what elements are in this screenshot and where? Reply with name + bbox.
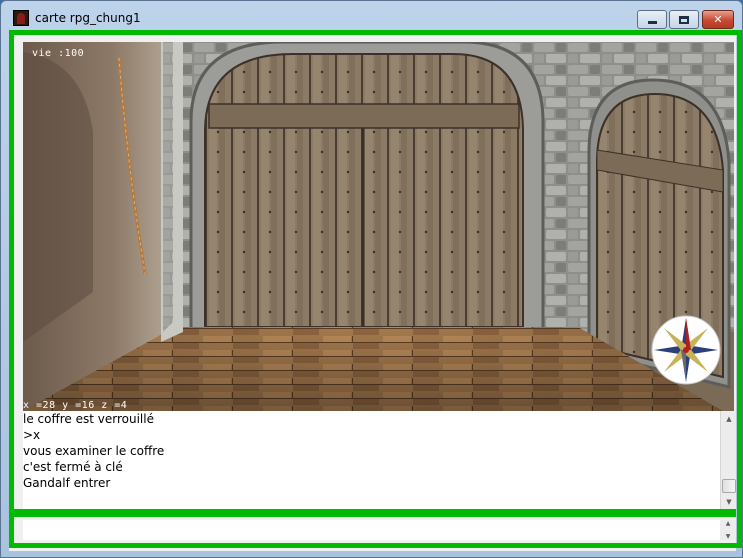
log-line: >x bbox=[23, 428, 41, 442]
title-bar[interactable]: carte rpg_chung1 ✕ bbox=[1, 1, 742, 33]
log-line: le coffre est verrouillé bbox=[23, 412, 154, 426]
maximize-button[interactable] bbox=[669, 10, 699, 29]
spin-up-icon[interactable]: ▲ bbox=[726, 520, 731, 527]
close-icon: ✕ bbox=[713, 13, 723, 26]
frame-separator bbox=[14, 509, 736, 517]
minimize-button[interactable] bbox=[637, 10, 667, 29]
compass-rose-icon bbox=[651, 315, 721, 385]
scroll-down-arrow-icon[interactable]: ▼ bbox=[721, 494, 737, 509]
hud-overlay: vie :100 x =28 y =16 z =4 bbox=[23, 48, 721, 411]
window-title: carte rpg_chung1 bbox=[35, 11, 141, 25]
log-line: vous examiner le coffre bbox=[23, 444, 165, 458]
message-log[interactable]: le coffre est verrouillé >x vous examine… bbox=[23, 411, 720, 509]
input-spinner[interactable]: ▲ ▼ bbox=[720, 520, 736, 540]
log-line: c'est fermé à clé bbox=[23, 460, 123, 474]
close-button[interactable]: ✕ bbox=[702, 10, 734, 29]
spin-down-icon[interactable]: ▼ bbox=[726, 533, 731, 540]
coordinate-readout: x =28 y =16 z =4 bbox=[23, 400, 127, 411]
scroll-up-arrow-icon[interactable]: ▲ bbox=[721, 411, 737, 426]
scroll-thumb[interactable] bbox=[722, 479, 736, 493]
dungeon-door-app-icon[interactable] bbox=[13, 10, 29, 26]
log-line: Gandalf entrer bbox=[23, 476, 111, 490]
command-input[interactable] bbox=[23, 520, 720, 540]
maximize-icon bbox=[679, 15, 689, 24]
game-viewport[interactable]: vie :100 x =28 y =16 z =4 bbox=[23, 42, 734, 411]
log-scrollbar[interactable]: ▲ ▼ bbox=[720, 411, 736, 509]
minimize-icon bbox=[647, 21, 657, 24]
life-readout: vie :100 bbox=[32, 48, 84, 59]
